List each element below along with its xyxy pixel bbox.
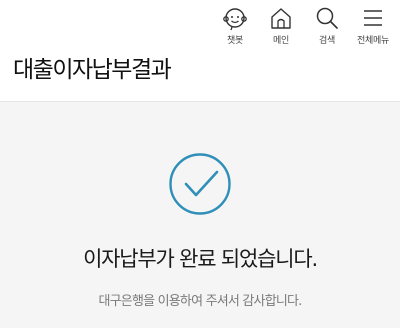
nav-label: 챗봇 — [227, 36, 243, 46]
nav-label: 검색 — [319, 36, 335, 46]
top-nav: 챗봇 메인 검색 전체메뉴 — [212, 4, 396, 48]
nav-home-button[interactable]: 메인 — [258, 4, 304, 48]
nav-search-button[interactable]: 검색 — [304, 4, 350, 48]
nav-chatbot-button[interactable]: 챗봇 — [212, 4, 258, 48]
nav-label: 전체메뉴 — [357, 36, 389, 46]
page-title: 대출이자납부결과 — [13, 57, 172, 83]
result-message: 이자납부가 완료 되었습니다. — [83, 247, 318, 271]
thank-you-message: 대구은행을 이용하여 주셔서 감사합니다. — [98, 294, 302, 309]
check-circle-icon — [169, 153, 231, 215]
header: 챗봇 메인 검색 전체메뉴 대출이자납부결과 — [0, 0, 400, 102]
result-panel: 이자납부가 완료 되었습니다. 대구은행을 이용하여 주셔서 감사합니다. — [0, 103, 400, 328]
home-icon — [271, 8, 291, 29]
menu-icon — [364, 10, 382, 26]
nav-label: 메인 — [273, 36, 289, 46]
chatbot-icon — [223, 8, 247, 31]
search-icon — [316, 7, 338, 29]
nav-menu-button[interactable]: 전체메뉴 — [350, 4, 396, 48]
